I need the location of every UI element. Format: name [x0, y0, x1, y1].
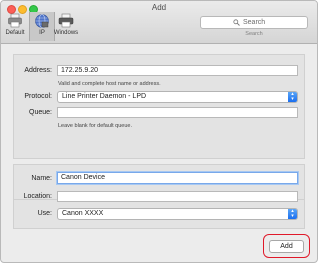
- search-icon: [233, 19, 240, 26]
- toolbar-windows-label: Windows: [53, 30, 79, 36]
- search-placeholder: Search: [243, 19, 266, 26]
- chevron-updown-icon: ▴ ▾: [288, 209, 297, 219]
- address-label: Address:: [24, 67, 52, 74]
- add-printer-window: Add Default IP Windows Search Search Add…: [0, 0, 318, 263]
- search-caption: Search: [245, 31, 263, 37]
- location-label: Location:: [23, 193, 52, 200]
- protocol-value: Line Printer Daemon - LPD: [62, 93, 147, 100]
- protocol-label: Protocol:: [24, 93, 52, 100]
- globe-icon: [35, 14, 49, 28]
- toolbar-default-label: Default: [5, 30, 25, 36]
- toolbar-windows[interactable]: Windows: [53, 13, 79, 41]
- window-title: Add: [151, 3, 167, 12]
- printer-default-icon: [8, 13, 22, 28]
- protocol-select[interactable]: Line Printer Daemon - LPD ▴ ▾: [57, 91, 298, 103]
- toolbar-ip-label: IP: [39, 30, 45, 36]
- queue-field[interactable]: [57, 107, 298, 118]
- add-button[interactable]: Add: [269, 240, 304, 253]
- queue-help: Leave blank for default queue.: [58, 123, 133, 129]
- use-label: Use:: [37, 210, 52, 217]
- name-field[interactable]: Canon Device: [57, 172, 298, 184]
- location-field[interactable]: [57, 191, 298, 202]
- toolbar-ip[interactable]: IP: [29, 12, 55, 41]
- windows-printer-icon: [58, 13, 74, 28]
- chevron-updown-icon: ▴ ▾: [288, 92, 297, 102]
- search-input[interactable]: Search: [200, 16, 308, 29]
- toolbar-default[interactable]: Default: [3, 13, 27, 41]
- title-bar: Add Default IP Windows Search Search: [1, 1, 317, 44]
- name-label: Name:: [31, 175, 52, 182]
- address-field[interactable]: 172.25.9.20: [57, 65, 298, 76]
- address-help: Valid and complete host name or address.: [58, 81, 161, 87]
- queue-label: Queue:: [29, 109, 52, 116]
- use-value: Canon XXXX: [62, 210, 104, 217]
- use-select[interactable]: Canon XXXX ▴ ▾: [57, 208, 298, 220]
